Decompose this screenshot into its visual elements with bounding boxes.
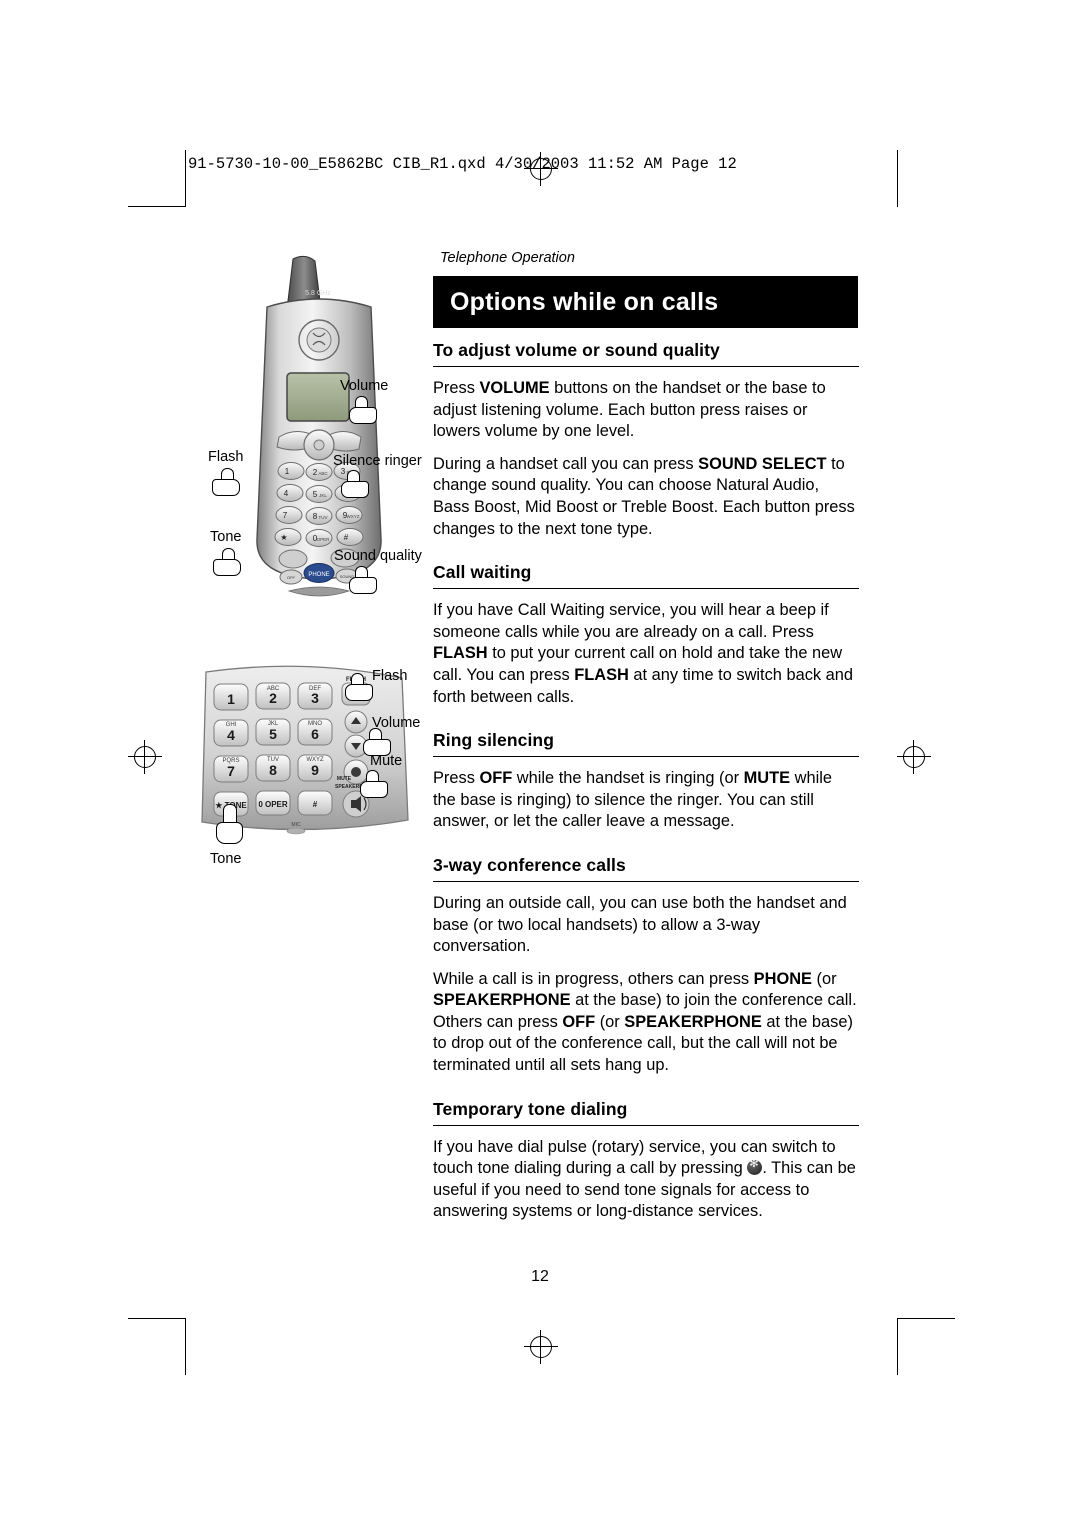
svg-text:ABC: ABC [318, 471, 328, 476]
svg-text:3: 3 [311, 690, 319, 706]
svg-text:4: 4 [284, 489, 289, 498]
pointer-hand-base-volume [363, 728, 393, 756]
crop-mark-top-left-v [185, 150, 186, 207]
section-heading: 3-way conference calls [433, 855, 859, 882]
svg-text:PQRS: PQRS [222, 758, 239, 764]
pointer-hand-base-flash [345, 673, 375, 701]
svg-text:5.8 GHz: 5.8 GHz [305, 290, 331, 297]
crop-mark-bottom-right-v [897, 1318, 898, 1375]
registration-mark-left [128, 740, 162, 774]
svg-text:0 OPER: 0 OPER [258, 800, 288, 809]
crop-mark-bottom-right-h [897, 1318, 955, 1319]
svg-text:5: 5 [313, 490, 318, 499]
pointer-hand-silence-ringer [341, 470, 371, 498]
registration-mark-bottom [524, 1330, 558, 1364]
section-paragraph: Press VOLUME buttons on the handset or t… [433, 379, 826, 441]
crop-mark-bottom-left-v [185, 1318, 186, 1375]
svg-text:ABC: ABC [267, 686, 280, 692]
section-paragraph: While a call is in progress, others can … [433, 969, 857, 1075]
section-paragraph: If you have dial pulse (rotary) service,… [433, 1137, 859, 1223]
callout-handset-sound-quality: Sound quality [334, 548, 422, 564]
callout-base-tone: Tone [210, 851, 242, 867]
callout-handset-flash: Flash [208, 449, 244, 465]
section-paragraph: During an outside call, you can use both… [433, 893, 847, 956]
svg-text:5: 5 [269, 726, 277, 742]
callout-handset-silence-ringer: Silence ringer [333, 453, 422, 469]
svg-text:WXYZ: WXYZ [306, 757, 324, 763]
section-heading: Call waiting [433, 562, 859, 590]
svg-text:JKL: JKL [319, 493, 327, 498]
section-heading: Ring silencing [433, 730, 859, 758]
crop-mark-top-right-v [897, 150, 898, 207]
svg-text:OFF: OFF [287, 575, 296, 580]
svg-text:7: 7 [227, 763, 235, 779]
section-paragraph: During a handset call you can press SOUN… [433, 454, 855, 538]
svg-text:JKL: JKL [268, 721, 279, 727]
section-paragraph: Press OFF while the handset is ringing (… [433, 769, 832, 831]
svg-text:1: 1 [285, 467, 290, 476]
svg-text:9: 9 [311, 762, 319, 778]
pointer-hand-base-tone [216, 804, 243, 844]
callout-base-mute: Mute [370, 753, 403, 769]
svg-text:7: 7 [283, 511, 288, 520]
svg-text:OPER: OPER [317, 537, 331, 542]
registration-mark-right [897, 740, 931, 774]
svg-text:8: 8 [313, 512, 318, 521]
pointer-hand-volume [349, 396, 379, 424]
svg-text:4: 4 [227, 727, 235, 743]
section-heading: Temporary tone dialing [433, 1099, 859, 1126]
section-heading: To adjust volume or sound quality [433, 340, 859, 367]
page-title-bar: Options while on calls [433, 276, 858, 328]
svg-text:#: # [313, 800, 318, 809]
page-title: Options while on calls [450, 288, 719, 316]
section-3way-conference: 3-way conference calls During an outside… [433, 855, 859, 1077]
crop-mark-bottom-left-h [128, 1318, 186, 1319]
callout-base-flash: Flash [372, 668, 408, 684]
running-head: Telephone Operation [440, 250, 575, 266]
svg-text:WXYZ: WXYZ [347, 514, 360, 519]
svg-text:2: 2 [269, 690, 277, 706]
section-call-waiting: Call waiting If you have Call Waiting se… [433, 562, 859, 708]
crop-mark-top-left-h [128, 206, 186, 207]
section-ring-silencing: Ring silencing Press OFF while the hands… [433, 730, 859, 833]
pointer-hand-flash [210, 468, 240, 496]
svg-text:1: 1 [227, 691, 235, 707]
svg-text:MUTE: MUTE [337, 776, 352, 782]
pointer-hand-tone [211, 548, 241, 576]
section-adjust-volume: To adjust volume or sound quality Press … [433, 340, 859, 540]
svg-text:GHI: GHI [226, 722, 237, 728]
svg-text:TUV: TUV [319, 515, 328, 520]
file-slug-line: 91-5730-10-00_E5862BC CIB_R1.qxd 4/30/20… [188, 155, 737, 173]
svg-text:2: 2 [313, 468, 318, 477]
svg-text:★: ★ [280, 533, 287, 542]
svg-text:6: 6 [311, 726, 319, 742]
svg-text:8: 8 [269, 762, 277, 778]
svg-text:PHONE: PHONE [308, 572, 329, 578]
pointer-hand-base-mute [360, 770, 390, 798]
section-paragraph: If you have Call Waiting service, you wi… [433, 601, 853, 706]
section-temporary-tone-dialing: Temporary tone dialing If you have dial … [433, 1099, 859, 1223]
svg-text:MNO: MNO [308, 721, 322, 727]
page-number: 12 [531, 1268, 549, 1285]
svg-text:DEF: DEF [309, 686, 321, 692]
pointer-hand-sound-quality [349, 566, 379, 594]
callout-handset-tone: Tone [210, 529, 242, 545]
svg-text:TUV: TUV [267, 757, 279, 763]
svg-text:MIC: MIC [291, 822, 301, 828]
callout-handset-volume: Volume [340, 378, 389, 394]
svg-text:#: # [344, 533, 349, 542]
content-column: To adjust volume or sound quality Press … [433, 340, 859, 1245]
